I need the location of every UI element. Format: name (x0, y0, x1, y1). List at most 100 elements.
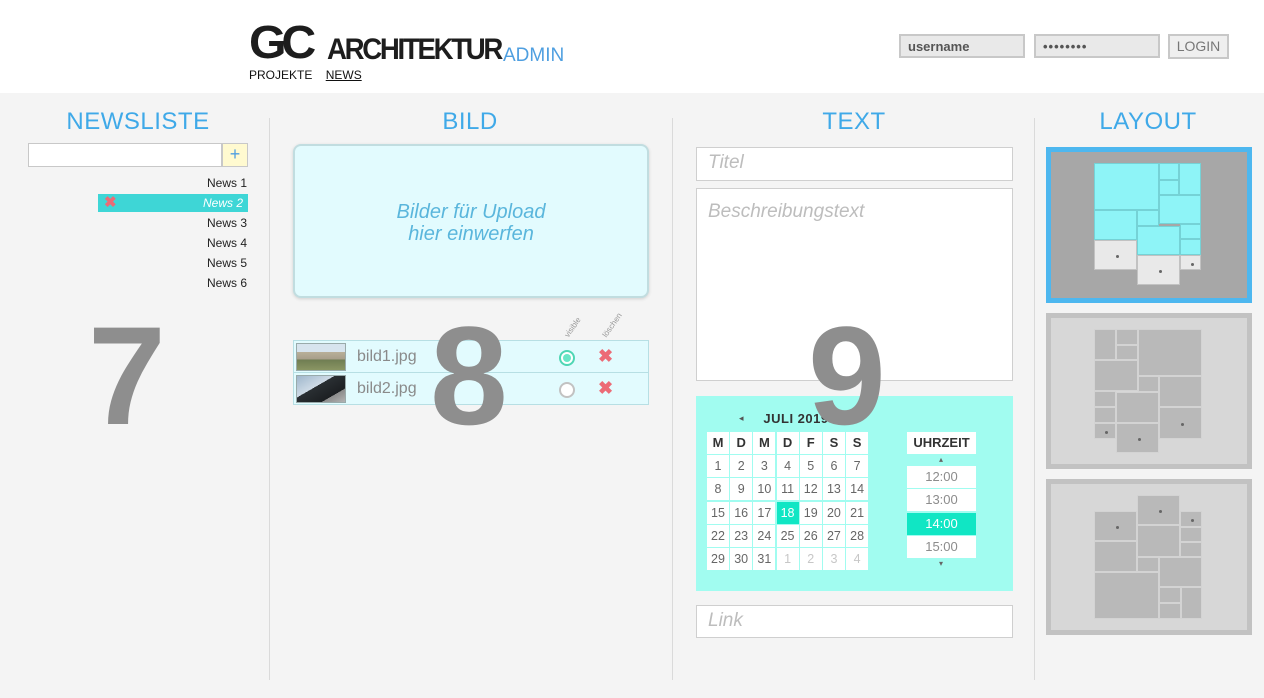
nav-projekte[interactable]: PROJEKTE (249, 68, 312, 82)
news-list-item-selected[interactable]: ✖ News 2 (98, 194, 248, 212)
calendar-day-next-month[interactable]: 1 (776, 547, 799, 570)
username-input[interactable]: username (899, 34, 1025, 58)
layout-cell (1137, 210, 1159, 226)
calendar-day[interactable]: 12 (799, 478, 822, 501)
time-option-selected[interactable]: 14:00 (907, 512, 976, 535)
dropzone-text-line1: Bilder für Upload (396, 201, 546, 223)
layout-cell (1116, 329, 1138, 345)
layout-cell (1094, 391, 1116, 407)
weekday-header: D (730, 432, 753, 454)
news-list: News 1 ✖ News 2 News 3 News 4 News 5 New… (98, 173, 248, 293)
calendar-day[interactable]: 23 (730, 524, 753, 547)
image-filename: bild2.jpg (357, 380, 417, 397)
layout-cell (1137, 255, 1180, 285)
news-item-label: News 3 (206, 216, 247, 230)
delete-column-header: löschen (600, 311, 624, 339)
news-search-input[interactable] (28, 143, 222, 167)
calendar-day[interactable]: 19 (799, 501, 822, 524)
layout-cell (1094, 572, 1159, 619)
title-input[interactable]: Titel (696, 147, 1013, 181)
time-down-icon[interactable]: ▾ (939, 559, 943, 568)
layout-cell (1159, 163, 1179, 180)
calendar-day[interactable]: 2 (730, 455, 753, 478)
calendar-day[interactable]: 31 (753, 547, 776, 570)
time-option[interactable]: 12:00 (907, 466, 976, 488)
calendar-day-selected[interactable]: 18 (776, 501, 799, 524)
delete-image-icon[interactable]: ✖ (598, 378, 613, 399)
calendar-day[interactable]: 4 (776, 455, 799, 478)
calendar-day-next-month[interactable]: 3 (822, 547, 845, 570)
calendar-day[interactable]: 9 (730, 478, 753, 501)
add-news-button[interactable]: + (222, 143, 248, 167)
layout-cell (1116, 423, 1159, 453)
news-item-label: News 1 (206, 176, 247, 190)
nav-news[interactable]: NEWS (326, 68, 362, 82)
calendar-day[interactable]: 29 (707, 547, 729, 570)
calendar-day[interactable]: 30 (730, 547, 753, 570)
layout-option-3[interactable] (1046, 479, 1252, 635)
uhrzeit-label: UHRZEIT (907, 432, 976, 454)
calendar-day[interactable]: 11 (776, 478, 799, 501)
layout-cell (1180, 542, 1202, 557)
news-list-item[interactable]: News 6 (98, 273, 248, 293)
calendar-day[interactable]: 22 (707, 524, 729, 547)
news-list-item[interactable]: News 4 (98, 233, 248, 253)
layout-cell (1094, 511, 1137, 541)
layout-cell (1094, 329, 1116, 360)
calendar-day[interactable]: 16 (730, 501, 753, 524)
layout-cell (1116, 392, 1159, 423)
password-input[interactable]: •••••••• (1034, 34, 1160, 58)
calendar-day[interactable]: 28 (846, 524, 869, 547)
layout-cell (1137, 557, 1159, 572)
calendar-day[interactable]: 20 (822, 501, 845, 524)
news-list-item[interactable]: News 3 (98, 213, 248, 233)
calendar-day[interactable]: 10 (753, 478, 776, 501)
layout-cell (1180, 511, 1202, 527)
login-button[interactable]: LOGIN (1168, 34, 1229, 59)
calendar-day[interactable]: 15 (707, 501, 729, 524)
prev-month-icon[interactable]: ◂ (739, 413, 744, 424)
calendar-day[interactable]: 14 (846, 478, 869, 501)
calendar-day[interactable]: 6 (822, 455, 845, 478)
layout-cell (1094, 407, 1116, 423)
delete-news-icon[interactable]: ✖ (104, 194, 117, 212)
weekday-header: M (753, 432, 776, 454)
image-dropzone[interactable]: Bilder für Upload hier einwerfen (293, 144, 649, 298)
calendar-day-next-month[interactable]: 2 (799, 547, 822, 570)
news-item-label: News 4 (206, 236, 247, 250)
calendar-day[interactable]: 25 (776, 524, 799, 547)
time-option[interactable]: 13:00 (907, 489, 976, 512)
layout-option-2[interactable] (1046, 313, 1252, 469)
calendar-day[interactable]: 3 (753, 455, 776, 478)
calendar-day[interactable]: 5 (799, 455, 822, 478)
calendar-day[interactable]: 24 (753, 524, 776, 547)
calendar-day[interactable]: 17 (753, 501, 776, 524)
calendar-day[interactable]: 7 (846, 455, 869, 478)
layout-cell (1159, 587, 1181, 603)
news-list-item[interactable]: News 5 (98, 253, 248, 273)
layout-cell (1159, 603, 1181, 619)
calendar-day[interactable]: 21 (846, 501, 869, 524)
calendar-day[interactable]: 26 (799, 524, 822, 547)
calendar-day[interactable]: 8 (707, 478, 729, 501)
layout-cell (1180, 224, 1201, 239)
news-list-item[interactable]: News 1 (98, 173, 248, 193)
calendar-day[interactable]: 13 (822, 478, 845, 501)
image-thumbnail (296, 343, 346, 371)
layout-cell (1137, 495, 1180, 525)
time-option[interactable]: 15:00 (907, 535, 976, 558)
link-input[interactable]: Link (696, 605, 1013, 638)
layout-cell (1138, 376, 1159, 392)
calendar-day[interactable]: 1 (707, 455, 729, 478)
layout-cell (1094, 541, 1137, 572)
newsliste-title: NEWSLISTE (66, 108, 210, 135)
layout-cell (1180, 239, 1201, 255)
layout-cell (1137, 226, 1180, 255)
calendar-day-next-month[interactable]: 4 (846, 547, 869, 570)
delete-image-icon[interactable]: ✖ (598, 346, 613, 367)
visible-radio[interactable] (559, 350, 575, 366)
visible-radio[interactable] (559, 382, 575, 398)
time-up-icon[interactable]: ▴ (939, 455, 943, 464)
layout-option-1[interactable] (1046, 147, 1252, 303)
calendar-day[interactable]: 27 (822, 524, 845, 547)
